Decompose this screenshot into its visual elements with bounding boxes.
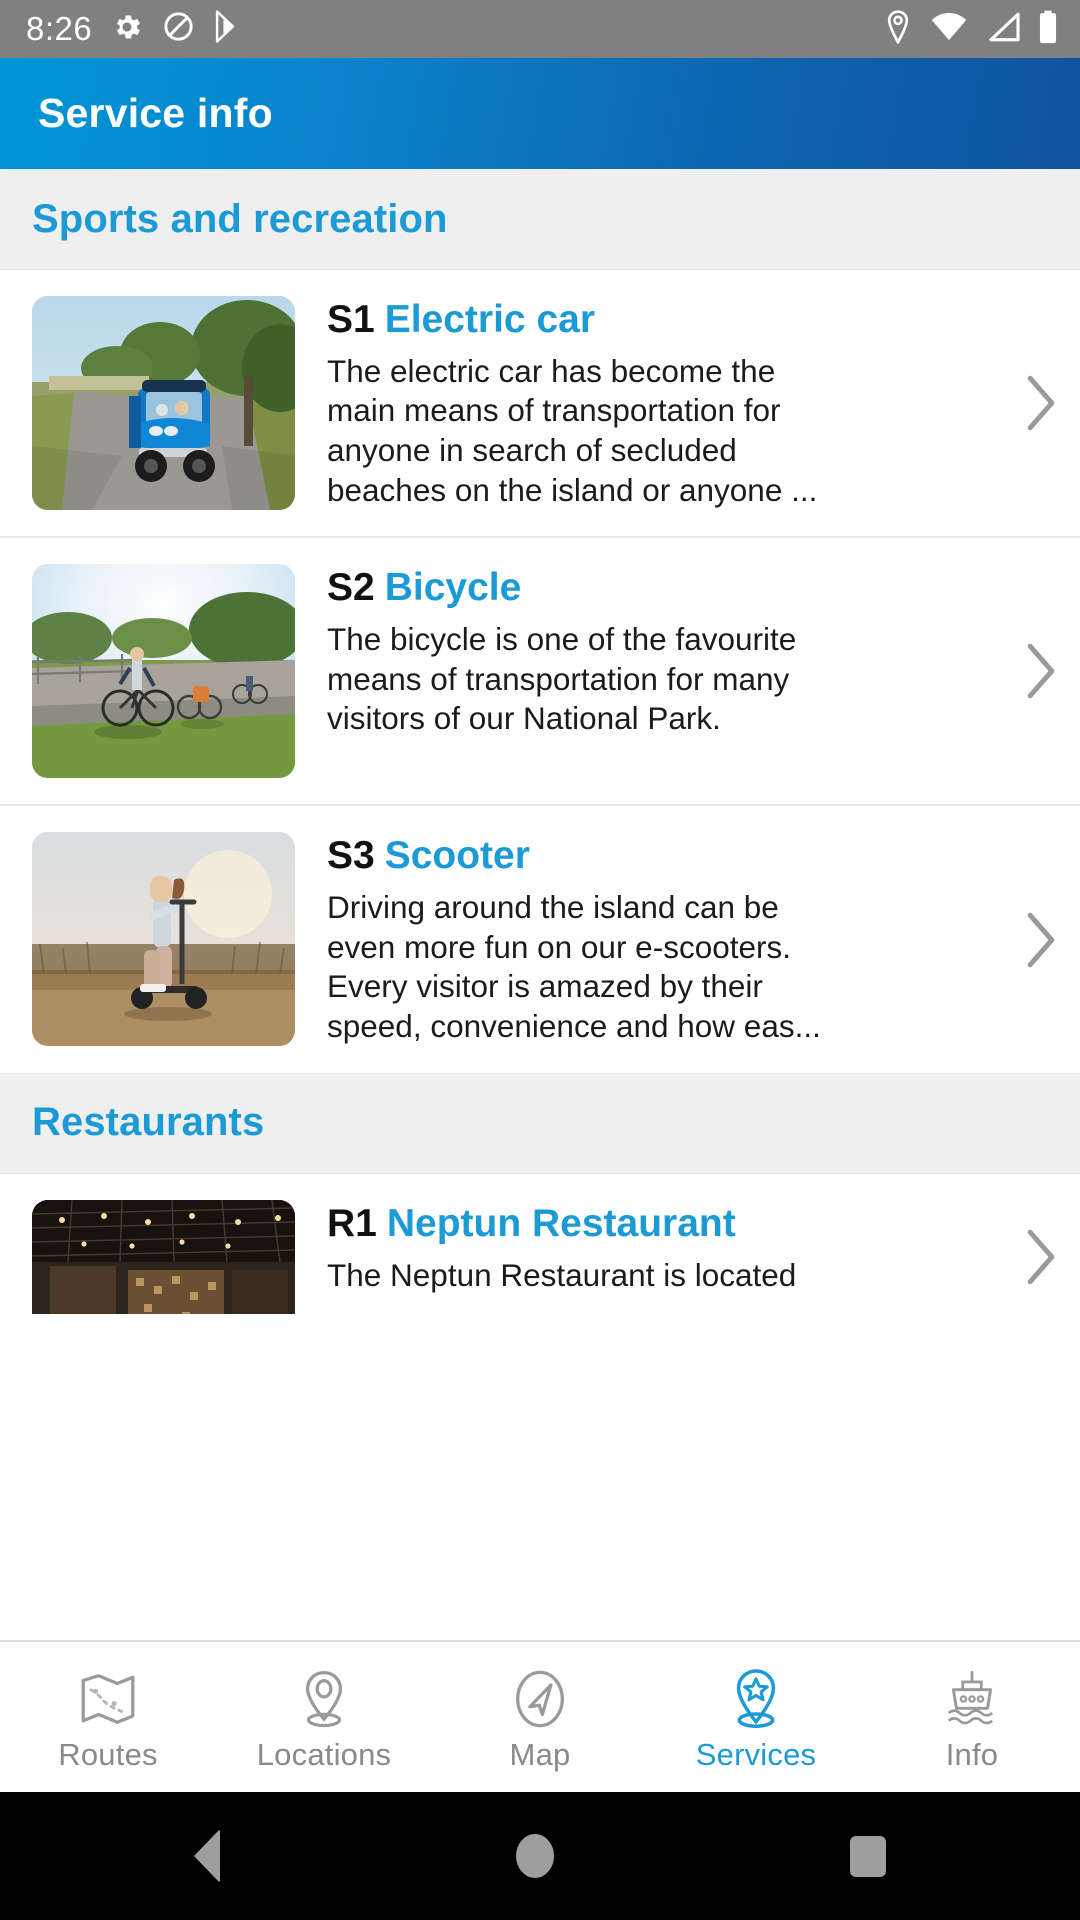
battery-icon — [1038, 10, 1058, 49]
tab-label: Locations — [256, 1737, 392, 1772]
thumbnail-scooter — [32, 832, 295, 1047]
ferry-ship-icon — [941, 1667, 1003, 1731]
item-name: Electric car — [384, 298, 596, 341]
tab-routes[interactable]: Routes — [0, 1642, 216, 1792]
thumbnail-bicycle — [32, 564, 295, 779]
app-bar: Service info — [0, 58, 1080, 169]
item-title: S2 Bicycle — [327, 566, 990, 610]
chevron-right-icon[interactable] — [1002, 640, 1080, 702]
status-bar-clock: 8:26 — [26, 10, 93, 47]
tab-services[interactable]: Services — [648, 1642, 864, 1792]
item-description: The Neptun Restaurant is located — [327, 1256, 797, 1293]
item-description: The bicycle is one of the favourite mean… — [327, 621, 797, 737]
status-bar-right — [883, 9, 1058, 49]
android-status-bar: 8:26 — [0, 0, 1080, 58]
tab-label: Map — [509, 1737, 571, 1772]
item-title: S3 Scooter — [327, 834, 990, 878]
item-text-block: S2 Bicycle The bicycle is one of the favo… — [327, 564, 1002, 739]
gear-icon — [110, 10, 144, 49]
tab-label: Info — [945, 1737, 999, 1772]
item-name: Neptun Restaurant — [386, 1201, 736, 1245]
bottom-tab-bar: Routes Locations Map Services Info — [0, 1640, 1080, 1792]
status-bar-left: 8:26 — [26, 10, 244, 49]
item-code: S2 — [327, 566, 375, 610]
thumbnail-electric-car — [32, 296, 295, 510]
wifi-icon — [930, 12, 968, 47]
map-pin-icon — [296, 1667, 352, 1731]
tab-info[interactable]: Info — [864, 1642, 1080, 1792]
do-not-disturb-icon — [162, 10, 195, 48]
section-header-restaurants: Restaurants — [0, 1072, 1080, 1174]
folded-map-icon — [77, 1667, 139, 1731]
item-name: Scooter — [384, 834, 530, 878]
item-description: The electric car has become the main mea… — [327, 352, 818, 508]
cellular-signal-icon — [985, 12, 1021, 47]
star-pin-icon — [728, 1667, 784, 1731]
play-store-icon — [213, 10, 244, 48]
item-description: Driving around the island can be even mo… — [327, 889, 821, 1045]
chevron-right-icon[interactable] — [1002, 909, 1080, 971]
location-icon — [883, 9, 913, 49]
page-title: Service info — [38, 90, 273, 136]
item-code: S3 — [327, 834, 375, 878]
section-title: Sports and recreation — [32, 196, 448, 241]
item-code: S1 — [327, 298, 375, 341]
app-root: 8:26 Service info Sports and recreation … — [0, 0, 1080, 1920]
service-list-scroll[interactable]: Sports and recreation S1 Electric car Th… — [0, 169, 1080, 1640]
item-text-block: R1 Neptun Restaurant The Neptun Restauran… — [327, 1200, 1002, 1295]
item-text-block: S3 Scooter Driving around the island can … — [327, 832, 1002, 1046]
chevron-right-icon[interactable] — [1002, 1200, 1080, 1314]
tab-label: Routes — [58, 1737, 158, 1772]
section-title: Restaurants — [32, 1100, 265, 1145]
list-item-s1-electric-car[interactable]: S1 Electric car The electric car has beco… — [0, 270, 1080, 537]
chevron-right-icon[interactable] — [1002, 372, 1080, 434]
section-header-sports-and-recreation: Sports and recreation — [0, 169, 1080, 270]
item-title: R1 Neptun Restaurant — [327, 1202, 990, 1246]
item-title: S1 Electric car — [327, 298, 990, 342]
tab-map[interactable]: Map — [432, 1642, 648, 1792]
tab-label: Services — [695, 1737, 817, 1772]
item-text-block: S1 Electric car The electric car has beco… — [327, 296, 1002, 510]
list-item-s2-bicycle[interactable]: S2 Bicycle The bicycle is one of the favo… — [0, 536, 1080, 805]
back-button[interactable] — [194, 1829, 220, 1883]
home-button[interactable] — [516, 1834, 554, 1878]
android-navigation-bar — [0, 1792, 1080, 1920]
recents-button[interactable] — [850, 1835, 886, 1877]
list-item-r1-neptun-restaurant[interactable]: R1 Neptun Restaurant The Neptun Restauran… — [0, 1173, 1080, 1314]
navigation-arrow-icon — [511, 1667, 569, 1731]
item-name: Bicycle — [384, 566, 522, 610]
item-code: R1 — [327, 1201, 377, 1245]
tab-locations[interactable]: Locations — [216, 1642, 432, 1792]
list-item-s3-scooter[interactable]: S3 Scooter Driving around the island can … — [0, 804, 1080, 1073]
thumbnail-restaurant-interior — [32, 1199, 295, 1314]
